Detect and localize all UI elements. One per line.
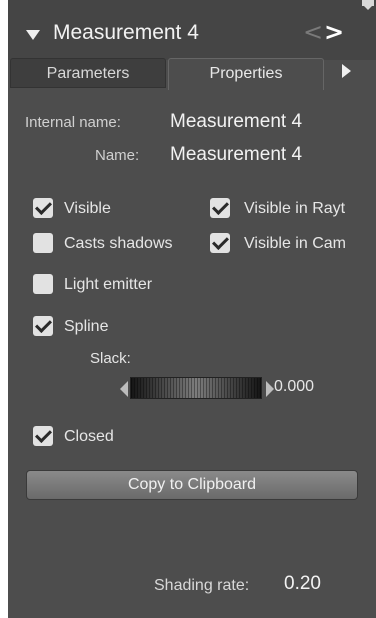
- shading-rate-label: Shading rate:: [154, 577, 250, 594]
- visible-checkbox[interactable]: [33, 198, 53, 218]
- casts-shadows-checkbox[interactable]: [33, 233, 53, 253]
- properties-panel: Measurement 4 < > Parameters Properties …: [8, 0, 376, 618]
- panel-title: Measurement 4: [53, 21, 199, 44]
- internal-name-value: Measurement 4: [170, 111, 303, 132]
- visible-in-camera-label: Visible in Cam: [244, 235, 346, 252]
- visible-in-raytrace-label: Visible in Rayt: [244, 200, 346, 217]
- spline-label: Spline: [64, 318, 109, 335]
- panel-header: Measurement 4 < >: [8, 0, 376, 60]
- collapse-triangle-icon[interactable]: [26, 30, 40, 40]
- visible-in-raytrace-checkbox[interactable]: [210, 198, 230, 218]
- copy-to-clipboard-button[interactable]: Copy to Clipboard: [26, 470, 358, 500]
- name-value[interactable]: Measurement 4: [170, 144, 302, 166]
- closed-label: Closed: [64, 428, 114, 445]
- slack-slider[interactable]: [130, 377, 262, 399]
- tab-parameters[interactable]: Parameters: [10, 58, 166, 88]
- slack-label: Slack:: [90, 350, 131, 367]
- internal-name-label: Internal name:: [25, 114, 121, 131]
- slack-value[interactable]: 0.000: [274, 378, 314, 396]
- slider-increment-icon[interactable]: [266, 381, 274, 397]
- panel-menu-icon[interactable]: [360, 0, 376, 16]
- visible-in-camera-checkbox[interactable]: [210, 233, 230, 253]
- next-arrow-icon[interactable]: >: [324, 18, 344, 46]
- slider-decrement-icon[interactable]: [120, 381, 128, 397]
- light-emitter-label: Light emitter: [64, 276, 153, 293]
- shading-rate-value[interactable]: 0.20: [284, 573, 321, 595]
- casts-shadows-label: Casts shadows: [64, 235, 173, 252]
- previous-arrow-icon[interactable]: <: [303, 18, 323, 46]
- closed-checkbox[interactable]: [33, 426, 53, 446]
- tab-scroll-right-icon[interactable]: [342, 64, 351, 78]
- visible-label: Visible: [64, 200, 111, 217]
- spline-checkbox[interactable]: [33, 316, 53, 336]
- tab-properties[interactable]: Properties: [168, 58, 324, 90]
- name-label: Name:: [95, 147, 140, 164]
- light-emitter-checkbox[interactable]: [33, 274, 53, 294]
